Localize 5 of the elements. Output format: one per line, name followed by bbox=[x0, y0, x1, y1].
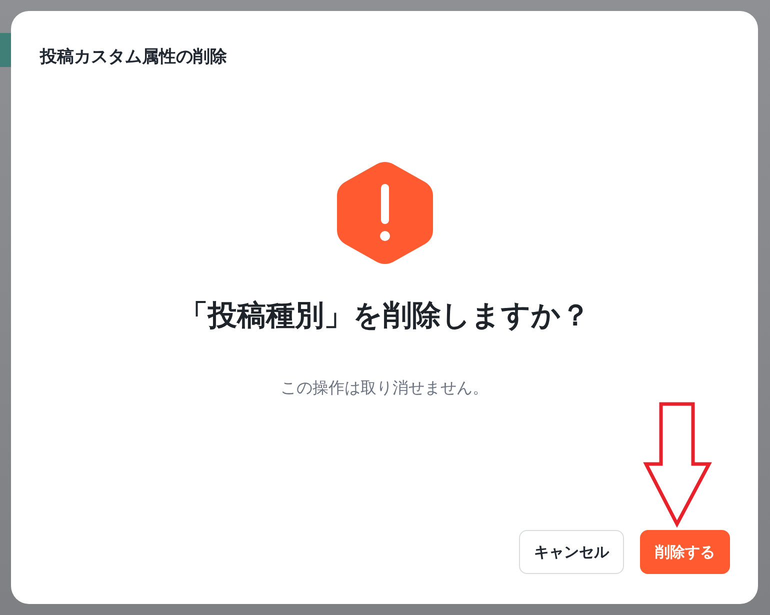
dialog-title: 投稿カスタム属性の削除 bbox=[38, 46, 228, 68]
warning-message: この操作は取り消せません。 bbox=[280, 378, 488, 399]
confirm-heading: 「投稿種別」を削除しますか？ bbox=[179, 297, 590, 334]
cancel-button[interactable]: キャンセル bbox=[519, 530, 624, 574]
warning-icon bbox=[336, 160, 432, 266]
